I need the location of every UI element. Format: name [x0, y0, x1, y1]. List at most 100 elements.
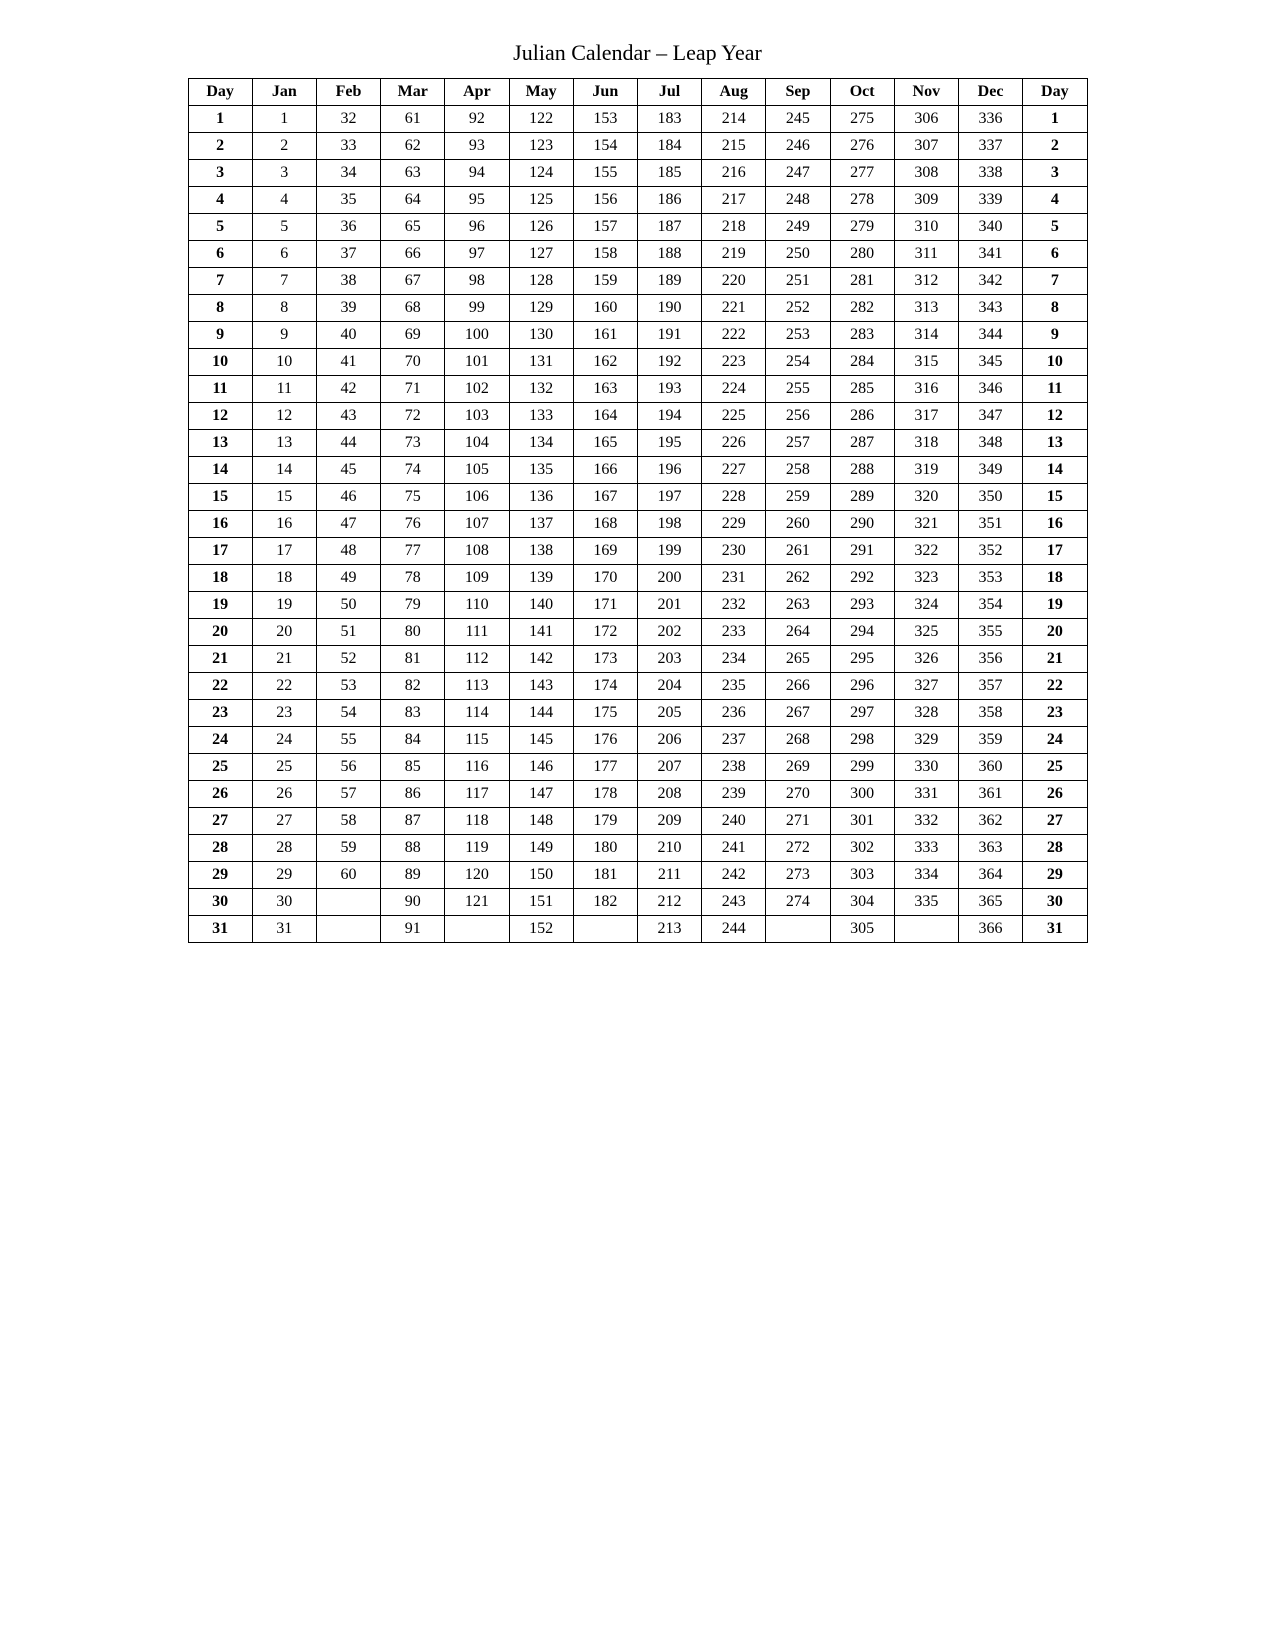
cell-sep: 269	[766, 754, 830, 781]
cell-jan: 6	[252, 241, 316, 268]
column-header-day: Day	[1023, 79, 1087, 106]
cell-nov: 335	[894, 889, 958, 916]
day-number-left: 31	[188, 916, 252, 943]
cell-jul: 210	[637, 835, 701, 862]
cell-apr: 121	[445, 889, 509, 916]
cell-jul: 212	[637, 889, 701, 916]
cell-nov: 319	[894, 457, 958, 484]
cell-nov	[894, 916, 958, 943]
cell-jun: 170	[573, 565, 637, 592]
cell-mar: 74	[381, 457, 445, 484]
cell-oct: 300	[830, 781, 894, 808]
cell-nov: 314	[894, 322, 958, 349]
cell-oct: 291	[830, 538, 894, 565]
cell-dec: 337	[958, 133, 1022, 160]
cell-mar: 85	[381, 754, 445, 781]
cell-aug: 219	[702, 241, 766, 268]
cell-may: 125	[509, 187, 573, 214]
cell-apr: 114	[445, 700, 509, 727]
cell-nov: 313	[894, 295, 958, 322]
cell-jun: 174	[573, 673, 637, 700]
cell-dec: 359	[958, 727, 1022, 754]
day-number-left: 22	[188, 673, 252, 700]
table-row: 31319115221324430536631	[188, 916, 1087, 943]
cell-jan: 9	[252, 322, 316, 349]
cell-jun: 166	[573, 457, 637, 484]
day-number-right: 22	[1023, 673, 1087, 700]
day-number-right: 20	[1023, 619, 1087, 646]
cell-jan: 5	[252, 214, 316, 241]
day-number-left: 28	[188, 835, 252, 862]
cell-feb: 53	[316, 673, 380, 700]
cell-sep: 264	[766, 619, 830, 646]
cell-aug: 229	[702, 511, 766, 538]
cell-mar: 67	[381, 268, 445, 295]
day-number-left: 29	[188, 862, 252, 889]
cell-nov: 324	[894, 592, 958, 619]
cell-feb: 42	[316, 376, 380, 403]
cell-feb: 40	[316, 322, 380, 349]
cell-may: 141	[509, 619, 573, 646]
cell-sep: 274	[766, 889, 830, 916]
day-number-left: 3	[188, 160, 252, 187]
cell-aug: 233	[702, 619, 766, 646]
cell-apr: 119	[445, 835, 509, 862]
cell-jun: 155	[573, 160, 637, 187]
cell-jan: 26	[252, 781, 316, 808]
cell-jan: 3	[252, 160, 316, 187]
cell-jan: 16	[252, 511, 316, 538]
cell-apr: 100	[445, 322, 509, 349]
cell-aug: 222	[702, 322, 766, 349]
cell-jul: 189	[637, 268, 701, 295]
cell-jun: 173	[573, 646, 637, 673]
cell-may: 149	[509, 835, 573, 862]
cell-may: 129	[509, 295, 573, 322]
day-number-left: 24	[188, 727, 252, 754]
day-number-right: 21	[1023, 646, 1087, 673]
cell-feb: 59	[316, 835, 380, 862]
cell-dec: 352	[958, 538, 1022, 565]
cell-jun: 168	[573, 511, 637, 538]
cell-may: 142	[509, 646, 573, 673]
cell-jan: 25	[252, 754, 316, 781]
day-number-left: 9	[188, 322, 252, 349]
day-number-right: 18	[1023, 565, 1087, 592]
cell-nov: 327	[894, 673, 958, 700]
cell-jul: 204	[637, 673, 701, 700]
cell-feb: 41	[316, 349, 380, 376]
cell-sep: 260	[766, 511, 830, 538]
table-row: 2323548311414417520523626729732835823	[188, 700, 1087, 727]
cell-jan: 22	[252, 673, 316, 700]
cell-sep: 258	[766, 457, 830, 484]
cell-apr: 105	[445, 457, 509, 484]
cell-aug: 240	[702, 808, 766, 835]
cell-dec: 348	[958, 430, 1022, 457]
cell-feb: 33	[316, 133, 380, 160]
table-row: 883968991291601902212522823133438	[188, 295, 1087, 322]
day-number-right: 1	[1023, 106, 1087, 133]
cell-may: 123	[509, 133, 573, 160]
cell-jun: 163	[573, 376, 637, 403]
day-number-right: 25	[1023, 754, 1087, 781]
column-header-jan: Jan	[252, 79, 316, 106]
cell-dec: 342	[958, 268, 1022, 295]
cell-jun: 154	[573, 133, 637, 160]
cell-nov: 310	[894, 214, 958, 241]
cell-jul: 194	[637, 403, 701, 430]
cell-aug: 226	[702, 430, 766, 457]
cell-mar: 65	[381, 214, 445, 241]
cell-jan: 28	[252, 835, 316, 862]
cell-mar: 70	[381, 349, 445, 376]
cell-feb: 50	[316, 592, 380, 619]
cell-jun: 169	[573, 538, 637, 565]
cell-oct: 299	[830, 754, 894, 781]
cell-jan: 11	[252, 376, 316, 403]
cell-sep: 245	[766, 106, 830, 133]
day-number-left: 1	[188, 106, 252, 133]
table-row: 1717487710813816919923026129132235217	[188, 538, 1087, 565]
table-row: 1414457410513516619622725828831934914	[188, 457, 1087, 484]
cell-jul: 213	[637, 916, 701, 943]
cell-may: 138	[509, 538, 573, 565]
cell-jan: 17	[252, 538, 316, 565]
cell-dec: 355	[958, 619, 1022, 646]
